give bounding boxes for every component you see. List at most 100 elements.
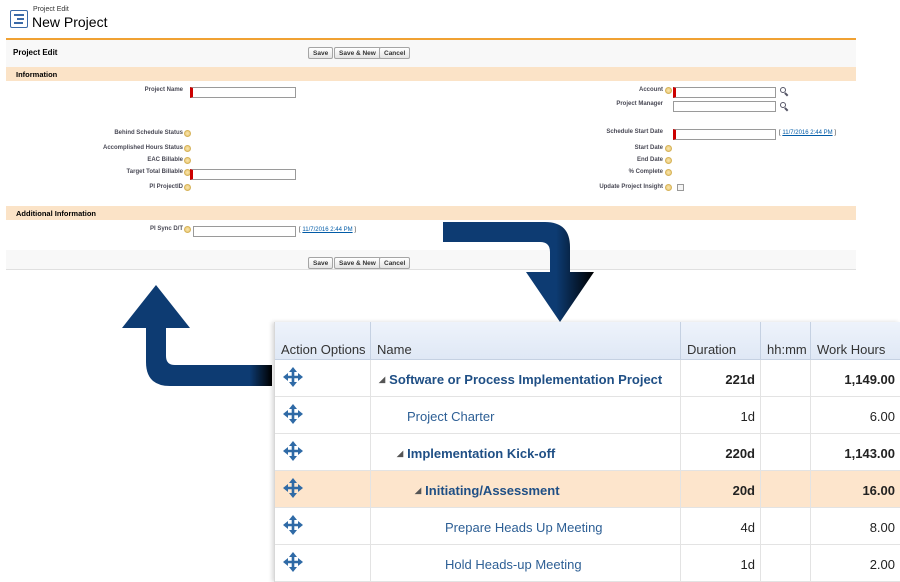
- table-row[interactable]: ◢ Implementation Kick-off 220d 1,143.00: [275, 434, 900, 471]
- hhmm-cell: [761, 397, 811, 434]
- task-name-text: Software or Process Implementation Proje…: [389, 372, 663, 387]
- schedule-start-date-input[interactable]: [673, 129, 776, 140]
- column-name[interactable]: Name: [371, 322, 681, 360]
- help-bubble-icon[interactable]: [184, 157, 191, 164]
- task-name[interactable]: Prepare Heads Up Meeting: [445, 520, 603, 535]
- hhmm-cell: [761, 508, 811, 545]
- help-bubble-icon[interactable]: [184, 226, 191, 233]
- update-project-insight-checkbox[interactable]: [677, 184, 684, 191]
- help-bubble-icon[interactable]: [184, 130, 191, 137]
- page-subtitle: Project Edit: [33, 6, 69, 13]
- table-row[interactable]: ◢ Initiating/Assessment 20d 16.00: [275, 471, 900, 508]
- label-project-manager: Project Manager: [616, 101, 663, 107]
- project-name-input[interactable]: [190, 87, 296, 98]
- task-name[interactable]: Project Charter: [407, 409, 494, 424]
- task-name-text: Prepare Heads Up Meeting: [445, 520, 603, 535]
- work-hours-value: 1,143.00: [844, 446, 895, 461]
- label-end-date: End Date: [636, 157, 663, 163]
- column-action-options[interactable]: Action Options: [275, 322, 371, 360]
- duration-value: 220d: [725, 446, 755, 461]
- pi-sync-date-link[interactable]: [ 11/7/2016 2:44 PM ]: [299, 227, 356, 233]
- account-input[interactable]: [673, 87, 776, 98]
- section-information: Information: [6, 67, 856, 81]
- help-bubble-icon[interactable]: [184, 184, 191, 191]
- task-name-text: Hold Heads-up Meeting: [445, 557, 582, 572]
- project-manager-input[interactable]: [673, 101, 776, 112]
- move-arrows-icon[interactable]: [283, 478, 303, 498]
- label-start-date: Start Date: [634, 145, 663, 151]
- action-options-cell: [275, 397, 371, 434]
- help-bubble-icon[interactable]: [665, 184, 672, 191]
- hhmm-cell: [761, 471, 811, 508]
- help-bubble-icon[interactable]: [665, 169, 672, 176]
- action-options-cell: [275, 471, 371, 508]
- collapse-triangle-icon[interactable]: ◢: [415, 486, 421, 495]
- column-hhmm[interactable]: hh:mm: [761, 322, 811, 360]
- column-duration[interactable]: Duration: [681, 322, 761, 360]
- task-name-text: Initiating/Assessment: [425, 483, 560, 498]
- cancel-button-bottom[interactable]: Cancel: [379, 257, 411, 269]
- label-accomplished-hours-status: Accomplished Hours Status: [102, 145, 183, 151]
- save-and-new-button-bottom[interactable]: Save & New: [334, 257, 381, 269]
- page-title: New Project: [32, 14, 108, 30]
- block-title: Project Edit: [13, 48, 58, 57]
- label-pi-projectid: PI ProjectID: [149, 184, 183, 190]
- label-target-total-billable: Target Total Billable: [126, 169, 183, 175]
- move-arrows-icon[interactable]: [283, 552, 303, 572]
- help-bubble-icon[interactable]: [665, 87, 672, 94]
- collapse-triangle-icon[interactable]: ◢: [397, 449, 403, 458]
- help-bubble-icon[interactable]: [665, 145, 672, 152]
- additional-body: PI Sync D/T [ 11/7/2016 2:44 PM ]: [6, 220, 856, 250]
- duration-value: 1d: [740, 557, 755, 572]
- label-eac-billable: EAC Billable: [147, 157, 183, 163]
- move-arrows-icon[interactable]: [283, 404, 303, 424]
- action-options-cell: [275, 508, 371, 545]
- hhmm-cell: [761, 434, 811, 471]
- project-icon: [10, 10, 28, 28]
- action-options-cell: [275, 434, 371, 471]
- table-row[interactable]: Hold Heads-up Meeting 1d 2.00: [275, 545, 900, 582]
- task-name[interactable]: Hold Heads-up Meeting: [445, 557, 582, 572]
- table-row[interactable]: Project Charter 1d 6.00: [275, 397, 900, 434]
- help-bubble-icon[interactable]: [665, 157, 672, 164]
- help-bubble-icon[interactable]: [184, 145, 191, 152]
- task-name-text: Implementation Kick-off: [407, 446, 556, 461]
- label-schedule-start-date: Schedule Start Date: [606, 129, 663, 135]
- work-hours-value: 8.00: [869, 520, 895, 535]
- label-project-name: Project Name: [144, 87, 183, 93]
- action-options-cell: [275, 545, 371, 582]
- move-arrows-icon[interactable]: [283, 367, 303, 387]
- hhmm-cell: [761, 360, 811, 397]
- schedule-start-date-link[interactable]: [ 11/7/2016 2:44 PM ]: [779, 130, 836, 136]
- grid-header: Action Options Name Duration hh:mm Work …: [275, 322, 900, 360]
- column-work-hours[interactable]: Work Hours: [811, 322, 900, 360]
- label-behind-schedule-status: Behind Schedule Status: [114, 130, 183, 136]
- information-body: Project Name Behind Schedule Status Acco…: [6, 81, 856, 206]
- save-button-bottom[interactable]: Save: [308, 257, 334, 269]
- section-additional-information: Additional Information: [6, 206, 856, 220]
- target-total-billable-input[interactable]: [190, 169, 296, 180]
- task-name[interactable]: ◢ Implementation Kick-off: [397, 446, 555, 461]
- cancel-button[interactable]: Cancel: [379, 47, 411, 59]
- table-row[interactable]: Prepare Heads Up Meeting 4d 8.00: [275, 508, 900, 545]
- magnifier-icon[interactable]: [780, 87, 789, 97]
- save-and-new-button[interactable]: Save & New: [334, 47, 381, 59]
- label-update-project-insight: Update Project Insight: [599, 184, 663, 190]
- table-row[interactable]: ◢ Software or Process Implementation Proj…: [275, 360, 900, 397]
- move-arrows-icon[interactable]: [283, 515, 303, 535]
- action-options-cell: [275, 360, 371, 397]
- label-account: Account: [639, 87, 663, 93]
- work-hours-value: 6.00: [869, 409, 895, 424]
- save-button[interactable]: Save: [308, 47, 334, 59]
- collapse-triangle-icon[interactable]: ◢: [379, 375, 385, 384]
- duration-value: 1d: [740, 409, 755, 424]
- move-arrows-icon[interactable]: [283, 441, 303, 461]
- duration-value: 221d: [725, 372, 755, 387]
- duration-value: 4d: [740, 520, 755, 535]
- work-hours-value: 1,149.00: [844, 372, 895, 387]
- magnifier-icon[interactable]: [780, 102, 789, 112]
- pi-sync-dt-input[interactable]: [193, 226, 296, 237]
- task-name[interactable]: ◢ Initiating/Assessment: [415, 483, 560, 498]
- duration-value: 20d: [732, 483, 755, 498]
- task-name[interactable]: ◢ Software or Process Implementation Proj…: [379, 372, 662, 387]
